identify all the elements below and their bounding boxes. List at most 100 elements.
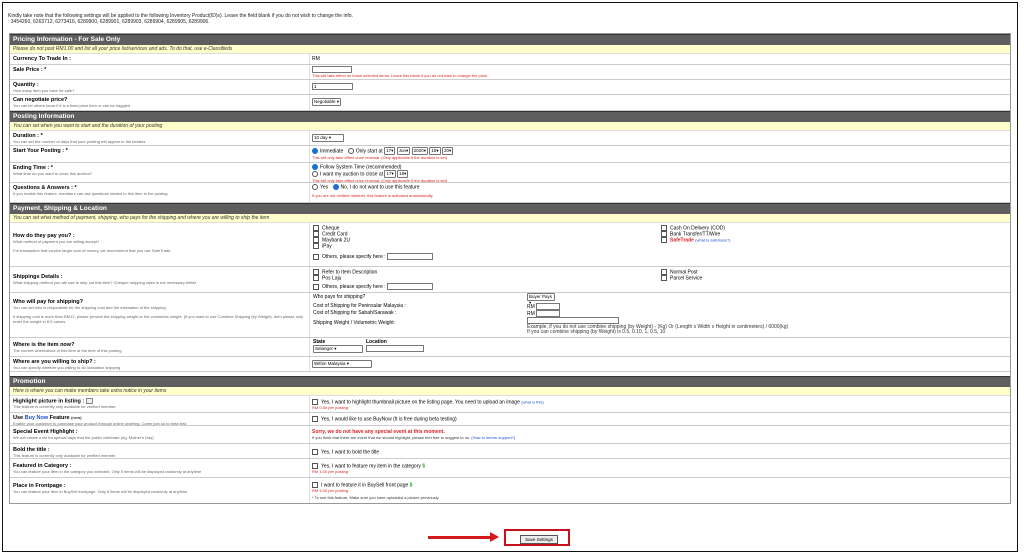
start-only-radio[interactable] [347, 148, 354, 154]
buynow-free: (It is free during beta testing) [393, 416, 457, 423]
highlight-link[interactable]: (what is this) [521, 399, 543, 404]
location-input[interactable] [366, 345, 424, 352]
negotiate-select[interactable]: Negotiable ▾ [312, 98, 342, 106]
duration-select[interactable]: 10 day ▾ [312, 134, 344, 142]
featured-checkbox[interactable] [312, 463, 318, 469]
special-link[interactable]: (How to inform support?) [471, 435, 515, 440]
bold-row: Bold the title : This feature is currentl… [10, 444, 1010, 459]
currency-label: Currency To Trade In : [13, 56, 71, 62]
qa-no-label: No, I do not want to use this feature [340, 184, 420, 191]
front-note: * To use this feature, Make sure you hav… [312, 495, 439, 501]
highlight-price: RM 0.50 per posting [312, 405, 349, 411]
front-row: Place in Frontpage : You can feature your… [10, 478, 1010, 503]
save-highlight-box: Save Settings [504, 529, 570, 546]
ending-hint: What time do you want to close this auct… [13, 171, 93, 176]
ship-where-select-value: Within Malaysia [314, 361, 346, 366]
section-header-payment: Payment, Shipping & Location [10, 203, 1010, 214]
start-min-value: 20 [444, 148, 450, 153]
buynow-row: Use Buy Now Feature (new) Enable your cus… [10, 413, 1010, 426]
ship-option-parcel-label: Parcel Service [670, 275, 703, 282]
pay-option-ipay[interactable]: iPay [313, 243, 332, 249]
highlight-checkbox[interactable] [312, 399, 318, 405]
qa-no-radio[interactable] [332, 184, 339, 190]
start-month-select[interactable]: Jun▾ [396, 147, 411, 155]
ending-min-select[interactable]: 18▾ [397, 170, 409, 179]
cost-peninsular-label: Cost of Shipping for Peninsular Malaysia… [313, 303, 406, 309]
ship-others-label: Others, please specify here : [322, 283, 386, 290]
intro-line-2: : 3454260, 6263712, 6273416, 6289900, 62… [8, 19, 210, 25]
bold-text: Yes, I want to bold the title [321, 449, 380, 456]
ship-option-parcel[interactable]: Parcel Service [661, 275, 702, 281]
currency-value: RM [312, 56, 320, 62]
section-note-payment: You can set what method of payment, ship… [10, 214, 1010, 223]
ending-hour-select[interactable]: 17▾ [384, 170, 396, 179]
bold-checkbox[interactable] [312, 449, 318, 455]
sale-price-input[interactable] [312, 66, 352, 73]
sale-price-note: This will take effect on those selected … [312, 73, 489, 78]
front-hint: You can feature your item in BuySell fro… [13, 489, 188, 494]
start-label: Start Your Posting : * [13, 148, 68, 154]
cost-peninsular-rm: RM [527, 303, 535, 310]
ship-others-checkbox[interactable] [313, 283, 319, 290]
ship-row: Shippings Details : What shipping method … [10, 267, 1010, 293]
special-note: If you think that there are event that w… [312, 435, 471, 440]
quantity-row: Quantity : How many item you have for sal… [10, 80, 1010, 95]
cost-sabah-input[interactable] [536, 310, 561, 317]
currency-row: Currency To Trade In : RM [10, 54, 1010, 65]
who-pays-hint: You can set who is responsible for the s… [13, 305, 167, 310]
highlight-hint: This feature is currently only available… [13, 404, 117, 410]
start-only-label: Only start at [355, 148, 383, 155]
start-min-select[interactable]: 20▾ [442, 147, 454, 155]
pay-option-ipay-label: iPay [322, 243, 332, 250]
front-checkbox[interactable] [312, 482, 318, 488]
pay-hint-2: For transaction that involve larger sum … [13, 248, 172, 253]
settings-form: Pricing Information - For Sale Only Plea… [9, 33, 1011, 504]
safetrade-link[interactable]: (what is safetrade?) [695, 237, 730, 242]
cost-peninsular-input[interactable] [536, 303, 561, 310]
start-row: Start Your Posting : * Immediate Only st… [10, 146, 1010, 163]
ending-row: Ending Time : * What time do you want to … [10, 163, 1010, 183]
ending-want-radio[interactable] [312, 171, 318, 178]
start-hour-select[interactable]: 18▾ [429, 147, 441, 155]
ship-where-hint: You can specify whether you willing to d… [13, 365, 121, 370]
weight-note-2: If you can combine shipping (by Weight) … [527, 329, 666, 335]
front-dollar-icon: $ [409, 482, 413, 489]
bold-hint: This feature is currently only available… [13, 453, 117, 458]
ship-others: Others, please specify here : [313, 283, 434, 290]
special-hint: We will create a list for special days t… [13, 435, 154, 440]
ship-where-select[interactable]: Within Malaysia ▾ [312, 360, 372, 368]
pay-option-safetrade[interactable]: SafeTrade (what is safetrade?) [661, 237, 730, 243]
start-immediate-radio[interactable] [312, 148, 318, 154]
start-year-select[interactable]: 2020▾ [411, 147, 428, 155]
ending-follow-radio[interactable] [312, 164, 318, 170]
ship-weight-input[interactable] [527, 317, 619, 324]
featured-dollar-icon: $ [422, 463, 426, 470]
featured-price: RM 1.00 per posting [312, 469, 349, 475]
qa-yes-radio[interactable] [312, 184, 318, 190]
section-header-promotion: Promotion [10, 376, 1010, 387]
who-pays-select-value: Buyer Pays [529, 294, 553, 299]
pay-others-checkbox[interactable] [313, 253, 319, 260]
start-day-select[interactable]: 17▾ [384, 147, 396, 155]
state-select[interactable]: Selangor ▾ [313, 345, 363, 353]
qa-hint: If you enable this feature, members can … [13, 191, 168, 196]
duration-hint: You can set the number of days that your… [13, 139, 146, 144]
qa-row: Questions & Answers : * If you enable thi… [10, 183, 1010, 203]
pay-row: How do they pay you? : What method of pay… [10, 223, 1010, 267]
cost-sabah-rm: RM [527, 310, 535, 317]
ending-want-label: I want my auction to close at [320, 171, 384, 178]
pay-option-safetrade-label: SafeTrade [670, 237, 694, 244]
duration-row: Duration : * You can set the number of da… [10, 131, 1010, 146]
who-pays-select[interactable]: Buyer Pays ▾ [527, 293, 555, 305]
section-header-pricing: Pricing Information - For Sale Only [10, 34, 1010, 45]
ship-others-input[interactable] [387, 283, 434, 290]
pay-others-input[interactable] [387, 253, 434, 260]
quantity-input[interactable]: 1 [312, 83, 353, 90]
ship-option-poslaju[interactable]: Pos Laju [313, 275, 341, 281]
start-hour-value: 18 [431, 148, 437, 153]
start-year-value: 2020 [413, 148, 424, 153]
front-price: RM 4.00 per posting [312, 488, 349, 494]
buynow-checkbox[interactable] [312, 416, 318, 422]
highlight-row: Highlight picture in listing : This feat… [10, 396, 1010, 413]
save-settings-button[interactable]: Save Settings [520, 535, 558, 544]
